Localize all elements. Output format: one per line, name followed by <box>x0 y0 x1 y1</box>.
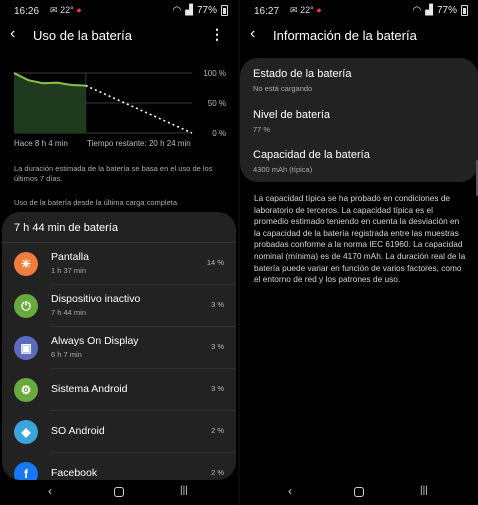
since-charge-label: Uso de la batería desde la última carga … <box>14 198 178 207</box>
capacity-explanation: La capacidad típica se ha probado en con… <box>254 193 466 285</box>
mail-icon: ✉ <box>50 5 58 15</box>
app-bar: ‹ Uso de la batería ⋮ <box>0 22 238 50</box>
app-name: SO Android <box>51 425 105 437</box>
battery-level-item[interactable]: Nivel de batería 77 % <box>253 109 467 134</box>
battery-usage-screen: 16:26 ✉ 22° ● ◠ ▟ 77% ‹ Uso de la baterí… <box>0 0 238 505</box>
nav-home-icon[interactable] <box>354 486 364 500</box>
app-percent: 3 % <box>211 300 224 309</box>
wifi-icon: ◠ <box>172 5 182 16</box>
usage-total: 7 h 44 min de batería <box>14 222 118 234</box>
android-icon: ◆ <box>14 420 38 444</box>
item-value: 77 % <box>253 125 271 134</box>
item-label: Nivel de batería <box>253 109 331 121</box>
battery-capacity-item[interactable]: Capacidad de la batería 4300 mAh (típica… <box>253 149 467 174</box>
app-usage-row[interactable]: f Facebook 2 % <box>2 453 236 480</box>
app-percent: 3 % <box>211 342 224 351</box>
y-tick-label: 0 % <box>212 129 226 138</box>
app-usage-row[interactable]: ⏻ Dispositivo inactivo 7 h 44 min 3 % <box>2 285 236 327</box>
battery-info-card: Estado de la batería No está cargando Ni… <box>240 58 478 182</box>
item-label: Capacidad de la batería <box>253 149 370 161</box>
app-percent: 14 % <box>206 258 224 267</box>
app-percent: 3 % <box>211 384 224 393</box>
y-tick-label: 100 % <box>203 69 226 78</box>
sun-icon: ☀ <box>14 252 38 276</box>
app-bar: ‹ Información de la batería <box>240 22 478 50</box>
app-time: 7 h 44 min <box>51 308 87 317</box>
status-time: 16:26 <box>14 6 40 17</box>
battery-projection-line <box>85 84 193 134</box>
item-value: 4300 mAh (típica) <box>253 165 313 174</box>
app-usage-row[interactable]: ◆ SO Android 2 % <box>2 411 236 453</box>
wifi-icon: ◠ <box>412 5 422 16</box>
nav-back-icon[interactable]: ‹ <box>48 484 52 498</box>
app-name: Dispositivo inactivo <box>51 293 141 305</box>
app-name: Sistema Android <box>51 383 128 395</box>
status-bar: 16:27 ✉ 22° ● ◠ ▟ 77% <box>240 0 478 22</box>
status-time: 16:27 <box>254 6 280 17</box>
app-name: Pantalla <box>51 251 89 263</box>
x-label-remaining: Tiempo restante: 20 h 24 min <box>87 139 191 148</box>
usage-list-card: 7 h 44 min de batería ☀ Pantalla 1 h 37 mi… <box>2 212 236 480</box>
aod-icon: ▣ <box>14 336 38 360</box>
temperature-text: 22° <box>60 5 74 15</box>
app-usage-row[interactable]: ▣ Always On Display 6 h 7 min 3 % <box>2 327 236 369</box>
status-notification-icons: ✉ 22° ● <box>290 5 322 16</box>
back-arrow-icon[interactable]: ‹ <box>250 25 255 43</box>
app-time: 1 h 37 min <box>51 266 87 275</box>
battery-status-item[interactable]: Estado de la batería No está cargando <box>253 68 467 93</box>
item-label: Estado de la batería <box>253 68 352 80</box>
app-name: Facebook <box>51 467 98 479</box>
app-percent: 2 % <box>211 468 224 477</box>
battery-info-screen: 16:27 ✉ 22° ● ◠ ▟ 77% ‹ Información de l… <box>240 0 478 505</box>
app-time: 6 h 7 min <box>51 350 82 359</box>
item-value: No está cargando <box>253 84 313 93</box>
estimate-note: La duración estimada de la batería se ba… <box>14 164 213 183</box>
temperature-text: 22° <box>300 5 314 15</box>
nav-bar: ‹ ||| <box>0 480 238 505</box>
x-label-start: Hace 8 h 4 min <box>14 139 68 148</box>
app-percent: 2 % <box>211 426 224 435</box>
more-options-icon[interactable]: ⋮ <box>210 26 224 43</box>
status-notification-icons: ✉ 22° ● <box>50 5 82 16</box>
y-tick-label: 50 % <box>208 99 226 108</box>
status-bar: 16:26 ✉ 22° ● ◠ ▟ 77% <box>0 0 238 22</box>
app-name: Always On Display <box>51 335 139 347</box>
nav-home-icon[interactable] <box>114 486 124 500</box>
battery-icon <box>461 5 468 16</box>
back-arrow-icon[interactable]: ‹ <box>10 25 15 43</box>
page-title: Uso de la batería <box>33 28 133 43</box>
page-title: Información de la batería <box>273 28 417 43</box>
alert-icon: ● <box>316 5 322 15</box>
nav-back-icon[interactable]: ‹ <box>288 484 292 498</box>
mail-icon: ✉ <box>290 5 298 15</box>
signal-icon: ▟ <box>185 5 193 16</box>
signal-icon: ▟ <box>425 5 433 16</box>
app-usage-row[interactable]: ⚙ Sistema Android 3 % <box>2 369 236 411</box>
gear-icon: ⚙ <box>14 378 38 402</box>
nav-bar: ‹ ||| <box>240 480 478 505</box>
nav-recents-icon[interactable]: ||| <box>420 485 428 496</box>
nav-recents-icon[interactable]: ||| <box>180 485 188 496</box>
battery-percent: 77% <box>436 5 457 16</box>
app-usage-row[interactable]: ☀ Pantalla 1 h 37 min 14 % <box>2 243 236 285</box>
facebook-icon: f <box>14 462 38 480</box>
battery-percent: 77% <box>196 5 217 16</box>
alert-icon: ● <box>76 5 82 15</box>
battery-icon <box>221 5 228 16</box>
power-icon: ⏻ <box>14 294 38 318</box>
